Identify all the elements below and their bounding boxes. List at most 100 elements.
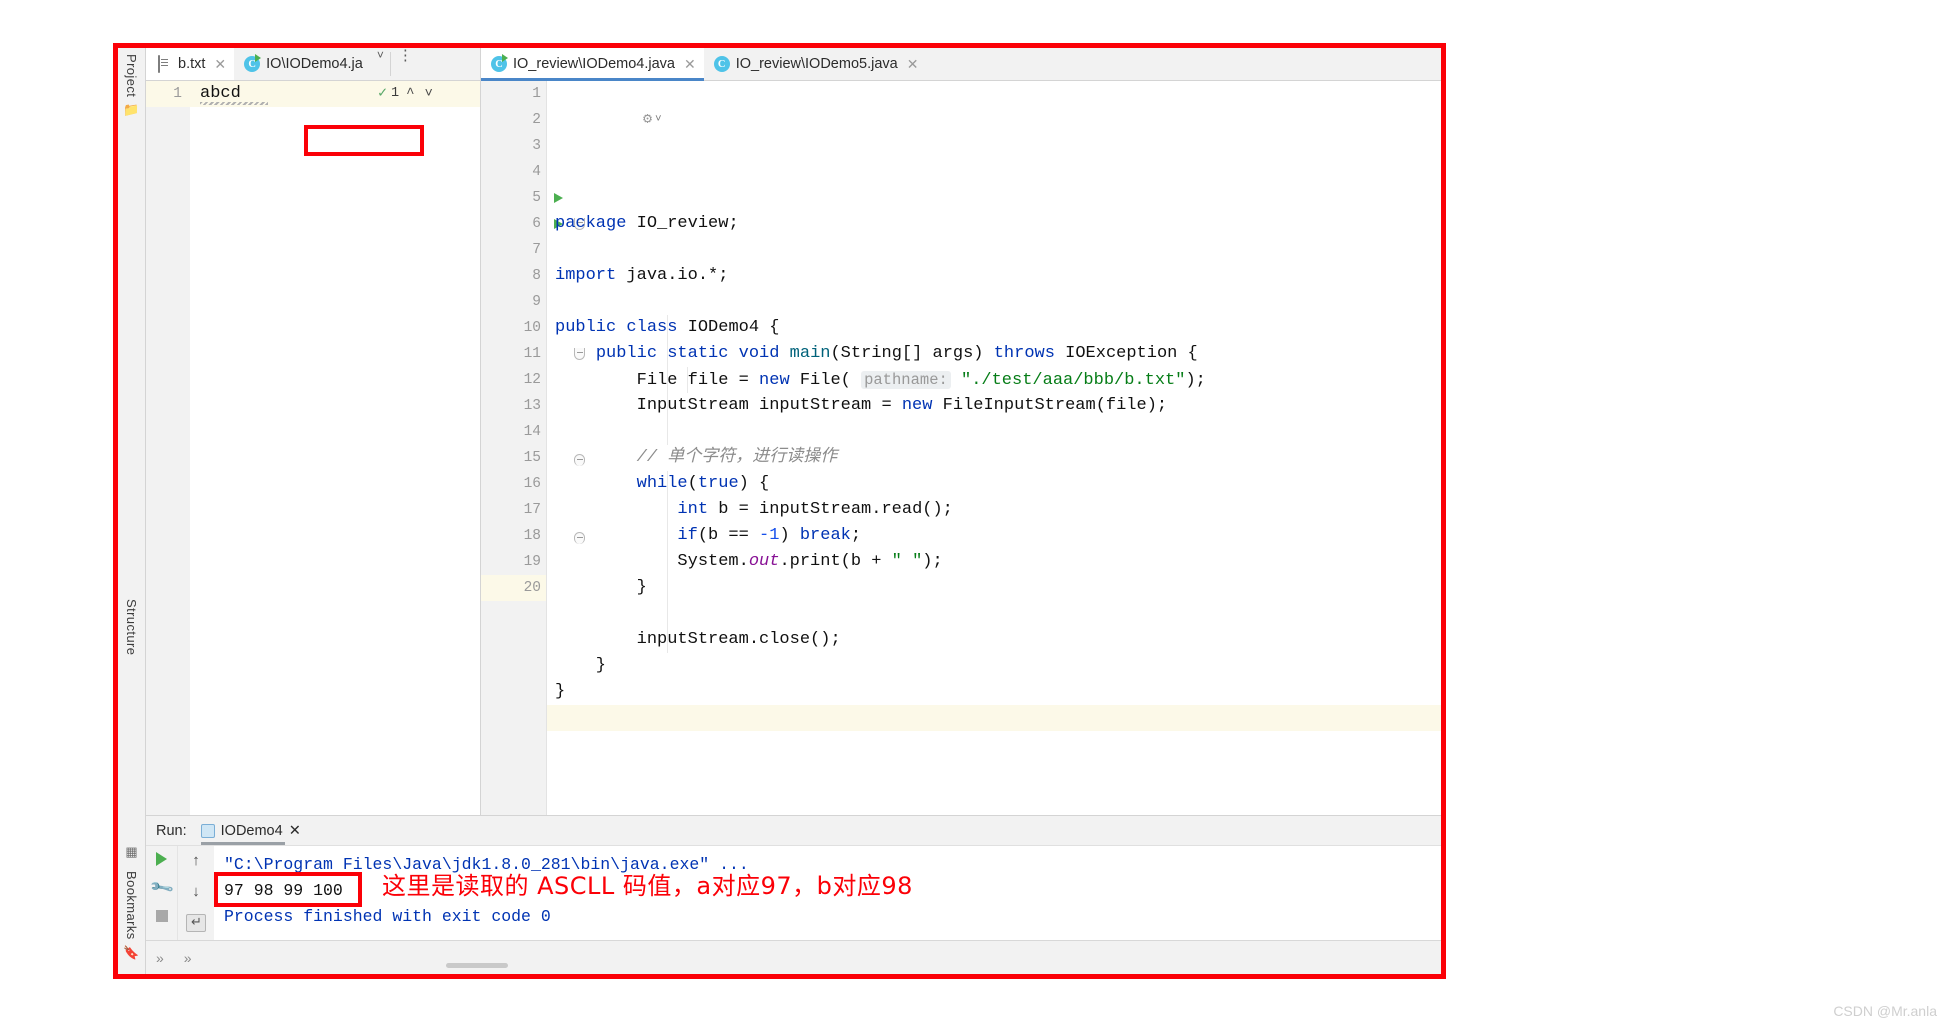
gutter-row[interactable]: 4 bbox=[481, 159, 547, 185]
sidebar-item-bookmarks[interactable]: Bookmarks bbox=[124, 865, 139, 940]
gutter-row[interactable]: 13 bbox=[481, 393, 547, 419]
console-output[interactable]: "C:\Program Files\Java\jdk1.8.0_281\bin\… bbox=[214, 846, 1441, 940]
code-line[interactable] bbox=[547, 705, 1441, 731]
console-exit-line: Process finished with exit code 0 bbox=[224, 907, 551, 926]
run-toolbar-primary: 🔧 bbox=[146, 846, 178, 940]
code-line[interactable]: while(true) { bbox=[547, 471, 1441, 497]
line-number: 11 bbox=[523, 346, 541, 362]
intention-bulb-icon[interactable]: ⚙ ˅ bbox=[643, 107, 662, 133]
gutter-row[interactable]: 1 bbox=[481, 81, 547, 107]
java-class-run-icon: C bbox=[244, 56, 261, 72]
close-icon[interactable]: ✕ bbox=[684, 56, 696, 73]
wrench-icon[interactable]: 🔧 bbox=[148, 874, 176, 902]
arrow-up-icon[interactable]: ↑ bbox=[192, 852, 200, 869]
gutter-row[interactable]: 3 bbox=[481, 133, 547, 159]
line-number: 19 bbox=[523, 554, 541, 570]
code-line[interactable]: inputStream.close(); bbox=[547, 627, 1441, 653]
sidebar-item-structure[interactable]: Structure bbox=[124, 593, 139, 655]
horizontal-scrollbar[interactable] bbox=[446, 963, 508, 968]
ide-window: Project 📁 Structure ▦ Bookmarks 🔖 b.txt … bbox=[118, 48, 1441, 974]
code-line[interactable]: import java.io.*; bbox=[547, 263, 1441, 289]
tab-label: IO_review\IODemo5.java bbox=[735, 56, 898, 72]
line-number: 6 bbox=[532, 216, 541, 232]
chevron-double-right-icon[interactable]: » bbox=[174, 950, 202, 966]
left-pane-content-line[interactable]: abcd ✓ 1 ^ ˅ bbox=[190, 81, 480, 107]
code-line[interactable]: // 单个字符，进行读操作 bbox=[547, 445, 1441, 471]
inspection-widget: ✓ 1 ^ ˅ bbox=[370, 81, 480, 107]
code-line[interactable]: File file = new File( pathname: "./test/… bbox=[547, 367, 1441, 393]
gutter-row[interactable]: 19 bbox=[481, 549, 547, 575]
code-line[interactable] bbox=[547, 419, 1441, 445]
code-line[interactable]: public class IODemo4 { bbox=[547, 315, 1441, 341]
editor-gutter[interactable]: 1 2 3 4 5 6 7 8 9 10 11 12 13 14 15 16 17 18 19 20 bbox=[481, 81, 585, 815]
gutter-row[interactable]: 11 bbox=[481, 341, 585, 367]
code-line[interactable]: int b = inputStream.read(); bbox=[547, 497, 1441, 523]
editor-tabbar: C IO_review\IODemo4.java ✕ C IO_review\I… bbox=[481, 48, 1441, 81]
code-editor-pane: C IO_review\IODemo4.java ✕ C IO_review\I… bbox=[481, 48, 1441, 815]
tab-iodemo5-java[interactable]: C IO_review\IODemo5.java ✕ bbox=[703, 48, 927, 80]
line-number: 3 bbox=[532, 138, 541, 154]
close-icon[interactable]: ✕ bbox=[214, 56, 226, 73]
code-line[interactable]: public static void main(String[] args) t… bbox=[547, 341, 1441, 367]
sidebar-item-project[interactable]: Project bbox=[124, 48, 139, 97]
caret-up-icon[interactable]: ^ bbox=[403, 81, 417, 107]
line-number: 17 bbox=[523, 502, 541, 518]
run-config-tab[interactable]: IODemo4 ✕ bbox=[195, 823, 307, 845]
code-text[interactable]: package IO_review; import java.io.*; pub… bbox=[547, 81, 1441, 815]
tab-io-iodemo4[interactable]: C IO\IODemo4.ja bbox=[234, 48, 371, 80]
code-line[interactable] bbox=[547, 237, 1441, 263]
tab-iodemo4-java[interactable]: C IO_review\IODemo4.java ✕ bbox=[481, 48, 704, 81]
more-options-icon[interactable]: ⋮ bbox=[391, 48, 420, 80]
gutter-row[interactable]: 8 bbox=[481, 263, 547, 289]
output-highlight-box bbox=[214, 872, 362, 907]
gutter-row[interactable]: 16 bbox=[481, 471, 547, 497]
line-number: 20 bbox=[523, 580, 541, 596]
line-number: 15 bbox=[523, 450, 541, 466]
caret-down-icon[interactable]: ˅ bbox=[422, 81, 436, 107]
play-icon[interactable] bbox=[156, 852, 167, 866]
code-line[interactable]: InputStream inputStream = new FileInputS… bbox=[547, 393, 1441, 419]
gutter-row[interactable]: 14 bbox=[481, 419, 547, 445]
gutter-row[interactable]: 2 bbox=[481, 107, 547, 133]
screenshot-root: Project 📁 Structure ▦ Bookmarks 🔖 b.txt … bbox=[0, 0, 1955, 1025]
code-line[interactable]: } bbox=[547, 679, 1441, 705]
code-line[interactable]: if(b == -1) break; bbox=[547, 523, 1441, 549]
grid-icon: ▦ bbox=[125, 844, 138, 860]
gutter-row[interactable]: 18 bbox=[481, 523, 585, 549]
line-number: 5 bbox=[532, 190, 541, 206]
line-number: 12 bbox=[523, 372, 541, 388]
run-config-icon bbox=[200, 823, 215, 838]
line-number: 13 bbox=[523, 398, 541, 414]
tab-b-txt[interactable]: b.txt ✕ bbox=[146, 48, 235, 80]
close-icon[interactable]: ✕ bbox=[289, 823, 301, 839]
left-pane-text[interactable]: abcd ✓ 1 ^ ˅ bbox=[190, 81, 480, 815]
gutter-row[interactable]: 9 bbox=[481, 289, 547, 315]
code-line[interactable]: } bbox=[547, 575, 1441, 601]
ide-bottom-strip: » » bbox=[146, 940, 1441, 974]
gutter-row[interactable]: 10 bbox=[481, 315, 547, 341]
code-line[interactable]: package IO_review; bbox=[547, 211, 1441, 237]
print-icon[interactable] bbox=[186, 914, 206, 932]
ide-main-column: b.txt ✕ C IO\IODemo4.ja ˅ ⋮ 1 abcd ✓ 1 ^… bbox=[146, 48, 1441, 974]
gutter-row[interactable]: 12 bbox=[481, 367, 547, 393]
gutter-row[interactable]: 7 bbox=[481, 237, 547, 263]
run-panel: Run: IODemo4 ✕ 🔧 ↑ ↓ ↵ "C:\Program Files… bbox=[146, 815, 1441, 940]
run-label: Run: bbox=[156, 822, 187, 839]
close-icon[interactable]: ✕ bbox=[907, 56, 919, 73]
code-line[interactable] bbox=[547, 289, 1441, 315]
java-class-run-icon: C bbox=[491, 56, 507, 72]
code-line[interactable]: System.out.print(b + " "); bbox=[547, 549, 1441, 575]
code-line[interactable]: } bbox=[547, 653, 1441, 679]
chevron-double-right-icon[interactable]: » bbox=[146, 950, 174, 966]
left-editor-pane: b.txt ✕ C IO\IODemo4.ja ˅ ⋮ 1 abcd ✓ 1 ^… bbox=[146, 48, 481, 815]
gutter-row[interactable]: 5 bbox=[481, 185, 563, 211]
arrow-down-icon[interactable]: ↓ bbox=[192, 883, 200, 900]
gutter-row[interactable]: 20 bbox=[481, 575, 547, 601]
stop-icon[interactable] bbox=[155, 910, 168, 922]
gutter-row[interactable]: 6 bbox=[481, 211, 585, 237]
ide-window-annotated-frame: Project 📁 Structure ▦ Bookmarks 🔖 b.txt … bbox=[113, 43, 1446, 979]
code-line[interactable] bbox=[547, 601, 1441, 627]
chevron-down-icon[interactable]: ˅ bbox=[371, 48, 390, 80]
gutter-row[interactable]: 15 bbox=[481, 445, 585, 471]
gutter-row[interactable]: 17 bbox=[481, 497, 547, 523]
